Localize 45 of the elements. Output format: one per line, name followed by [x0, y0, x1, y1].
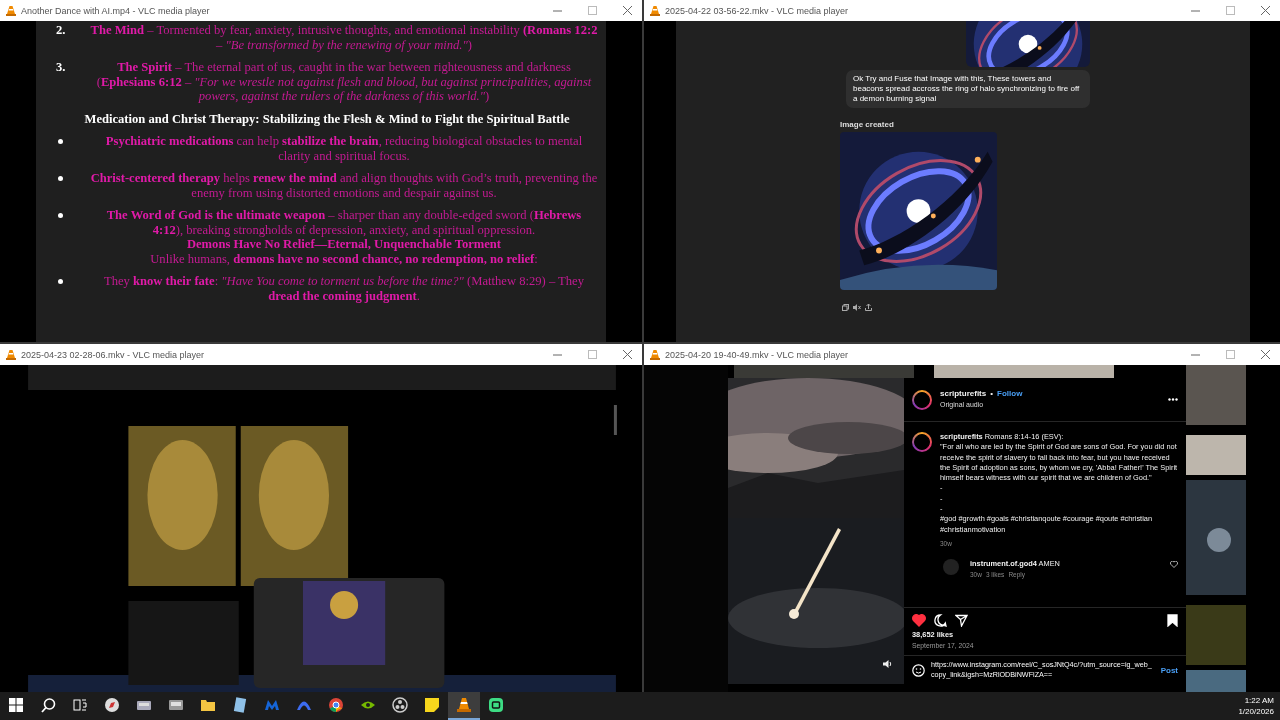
window-title: 2025-04-20 19-40-49.mkv - VLC media player	[665, 349, 850, 360]
share-icon[interactable]	[865, 304, 872, 311]
bullet-dot	[58, 213, 63, 218]
paragraph: The Word of God is the ultimate weapon – sharper than any double-edged sword (Hebrews 4:12), breaking strongholds of depression, anxiety, and spiritual oppression.	[105, 208, 583, 237]
paragraph: Psychiatric medications can help stabilize the brain, reducing biological obstacles to mental clarity and spiritual focus.	[104, 134, 584, 163]
task-view-icon[interactable]	[73, 699, 87, 711]
windows-logo-icon[interactable]	[9, 698, 23, 712]
chrome-icon	[328, 697, 344, 713]
paragraph: The Spirit – The eternal part of us, caught in the war between righteousness and darkness (Ephesians 6:12 – "For we wrestle not against flesh and blood, but against principalities, against powers, against the rulers of the darkness of this world.")	[95, 60, 593, 104]
list-number: 2.	[56, 23, 67, 39]
window-title: Another Dance with AI.mp4 - VLC media player	[21, 5, 211, 16]
status-label: Image created	[840, 120, 895, 129]
section-heading: Medication and Christ Therapy: Stabilizing the Flesh & Mind to Fight the Spiritual Battle	[83, 111, 571, 126]
close-icon[interactable]	[622, 350, 632, 359]
prompt-message: Ok Try and Fuse that Image with this, These towers and beacons spread accross the ring of halo synchronizing to fire off a demon burning signal	[846, 70, 1090, 108]
clock-date[interactable]: 1/20/2026	[1238, 706, 1274, 717]
paragraph: They know their fate: "Have You come to torment us before the time?" (Matthew 8:29) – They dread the coming judgment.	[103, 274, 585, 303]
traffic-cone-icon	[650, 349, 660, 360]
traffic-cone-icon	[456, 697, 472, 713]
traffic-cone-icon	[6, 349, 16, 360]
sticky-note-icon	[424, 697, 440, 713]
close-icon[interactable]	[1260, 350, 1270, 359]
window-title: 2025-04-22 03-56-22.mkv - VLC media player	[665, 5, 850, 16]
paragraph: Unlike humans, demons have no second chance, no redemption, no relief:	[149, 251, 539, 266]
paragraph: The Mind – Tormented by fear, anxiety, intrusive thoughts, and emotional instability (Romans 12:2 – "Be transformed by the renewing of your mind.")	[90, 23, 598, 52]
circle-icon	[392, 697, 408, 713]
traffic-cone-icon	[6, 5, 16, 16]
paragraph: Demons Have No Relief—Eternal, Unquenchable Torment	[185, 237, 503, 252]
bullet-dot	[58, 279, 63, 284]
list-number: 3.	[56, 60, 67, 76]
bullet-dot	[58, 139, 63, 144]
notepad-icon	[232, 697, 248, 713]
folder-icon	[200, 697, 216, 713]
traffic-cone-icon	[650, 5, 660, 16]
bullet-dot	[58, 176, 63, 181]
copy-icon[interactable]	[842, 304, 849, 311]
compass-icon	[104, 697, 120, 713]
app-icon	[488, 697, 504, 713]
search-icon[interactable]	[40, 697, 56, 713]
close-icon[interactable]	[622, 6, 632, 15]
speaker-icon[interactable]	[853, 304, 861, 311]
paragraph: Christ-centered therapy helps renew the mind and align thoughts with God’s truth, preventing the enemy from using distorted emotions and despair against us.	[90, 171, 598, 200]
clock-time[interactable]: 1:22 AM	[1244, 695, 1274, 706]
close-icon[interactable]	[1260, 6, 1270, 15]
window-title: 2025-04-23 02-28-06.mkv - VLC media player	[21, 349, 206, 360]
